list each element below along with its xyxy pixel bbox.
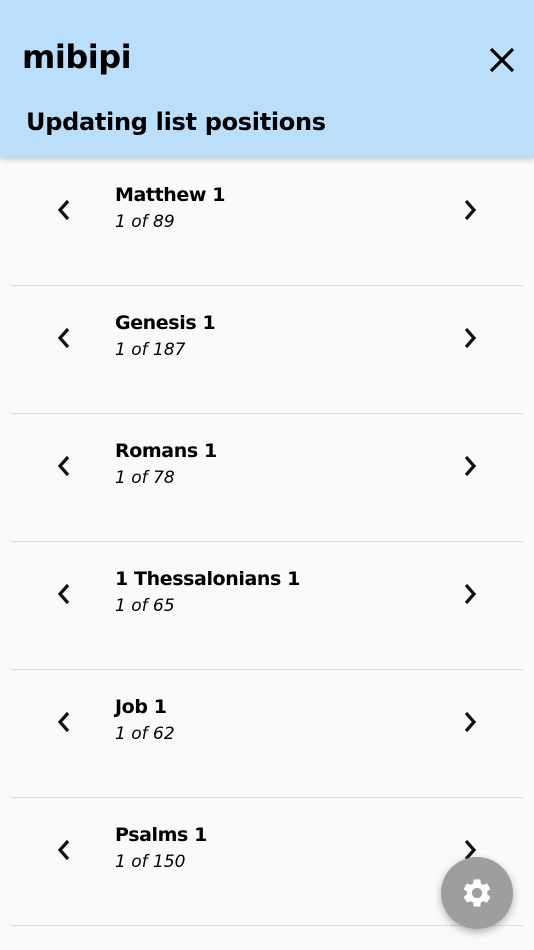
chevron-right-icon xyxy=(464,455,477,477)
previous-button[interactable] xyxy=(44,574,84,614)
next-button[interactable] xyxy=(450,574,490,614)
row-title: Psalms 1 xyxy=(115,824,207,846)
next-button[interactable] xyxy=(450,190,490,230)
chevron-right-icon xyxy=(464,199,477,221)
chevron-left-icon xyxy=(57,455,70,477)
chevron-right-icon xyxy=(464,711,477,733)
list-item: Job 1 1 of 62 xyxy=(11,670,523,798)
chevron-left-icon xyxy=(57,199,70,221)
row-count: 1 of 62 xyxy=(115,724,175,744)
row-count: 1 of 150 xyxy=(115,852,186,872)
previous-button[interactable] xyxy=(44,702,84,742)
chevron-left-icon xyxy=(57,327,70,349)
row-title: 1 Thessalonians 1 xyxy=(115,568,300,590)
row-title: Matthew 1 xyxy=(115,184,226,206)
list-item: Matthew 1 1 of 89 xyxy=(11,158,523,286)
settings-button[interactable] xyxy=(441,857,513,929)
next-button[interactable] xyxy=(450,318,490,358)
list-item: Romans 1 1 of 78 xyxy=(11,414,523,542)
chevron-left-icon xyxy=(57,583,70,605)
app-title: mibipi xyxy=(22,38,132,76)
row-count: 1 of 78 xyxy=(115,468,175,488)
list-item: Genesis 1 1 of 187 xyxy=(11,286,523,414)
previous-button[interactable] xyxy=(44,190,84,230)
close-button[interactable] xyxy=(486,42,518,78)
previous-button[interactable] xyxy=(44,830,84,870)
row-title: Job 1 xyxy=(115,696,167,718)
page-subtitle: Updating list positions xyxy=(26,108,326,136)
row-title: Genesis 1 xyxy=(115,312,216,334)
next-button[interactable] xyxy=(450,702,490,742)
previous-button[interactable] xyxy=(44,446,84,486)
row-count: 1 of 187 xyxy=(115,340,186,360)
row-title: Romans 1 xyxy=(115,440,217,462)
close-icon xyxy=(489,47,515,73)
chevron-right-icon xyxy=(464,327,477,349)
gear-icon xyxy=(463,879,491,907)
row-count: 1 of 89 xyxy=(115,212,175,232)
list-item: 1 Thessalonians 1 1 of 65 xyxy=(11,542,523,670)
chevron-left-icon xyxy=(57,711,70,733)
chevron-left-icon xyxy=(57,839,70,861)
chevron-right-icon xyxy=(464,583,477,605)
app-bar: mibipi Updating list positions xyxy=(0,0,534,158)
previous-button[interactable] xyxy=(44,318,84,358)
next-button[interactable] xyxy=(450,446,490,486)
position-list: Matthew 1 1 of 89 Genesis 1 1 of 187 Rom… xyxy=(0,158,534,926)
row-count: 1 of 65 xyxy=(115,596,175,616)
